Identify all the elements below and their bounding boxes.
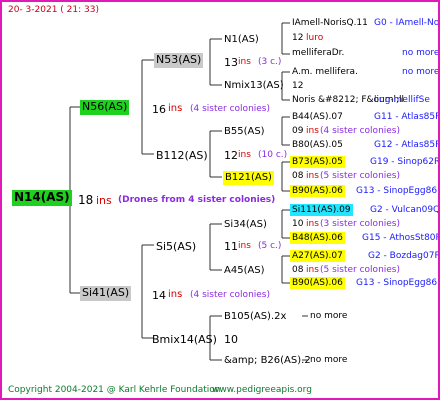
n53-ins: ins	[238, 57, 251, 67]
r6-label[interactable]: B44(AS).07	[292, 113, 343, 122]
r10-ins: ins	[306, 171, 319, 181]
n53-note: (3 c.)	[258, 57, 282, 67]
r16-note: (5 sister colonies)	[320, 265, 401, 275]
r0-label[interactable]: IAmell-NorisQ.11	[292, 19, 368, 28]
r12-label[interactable]: Si111(AS).09	[290, 204, 353, 217]
si5-years: 11	[224, 240, 238, 253]
n53-label[interactable]: N53(AS)	[154, 53, 204, 68]
r1-num: 12	[292, 33, 304, 43]
r8-label[interactable]: B80(AS).05	[292, 141, 343, 150]
nomore-b26: no more	[310, 355, 348, 365]
si5-label[interactable]: Si5(AS)	[156, 241, 196, 252]
r10-note: (5 sister colonies)	[320, 171, 401, 181]
p2-years: 14	[152, 289, 166, 302]
footer-copyright: Copyright 2004-2021 @ Karl Kehrle Founda…	[8, 385, 221, 395]
r16-num: 08	[292, 265, 304, 275]
n53-years: 13	[224, 56, 238, 69]
r17-code: G13 - SinopEgg86R	[356, 278, 440, 288]
footer-site-link[interactable]: www.pedigreeapis.org	[212, 386, 312, 395]
r4-num: 12	[292, 81, 304, 91]
bmix14-years: 10	[224, 333, 238, 346]
r5-code: ling-mellifSe	[374, 95, 430, 105]
g3-b55[interactable]: B55(AS)	[224, 127, 265, 137]
root-years: 18	[78, 193, 94, 207]
g3-a45[interactable]: A45(AS)	[224, 266, 265, 276]
r15-code: G2 - Bozdag07R	[368, 251, 440, 261]
r7-num: 09	[292, 126, 304, 136]
root-queen-label[interactable]: N14(AS)	[12, 190, 72, 206]
r3-code: no more	[402, 67, 440, 77]
r9-code: G19 - Sinop62R	[370, 157, 440, 167]
r1-ins: luro	[306, 33, 324, 43]
root-ins: ins	[96, 194, 112, 207]
r10-num: 08	[292, 171, 304, 181]
r13-num: 10	[292, 219, 304, 229]
p2-note: (4 sister colonies)	[190, 290, 271, 300]
b112-label[interactable]: B112(AS)	[156, 150, 208, 161]
nomore-b105: no more	[310, 311, 348, 321]
g3-si34[interactable]: Si34(AS)	[224, 220, 267, 230]
r2-code: no more	[402, 48, 440, 58]
r7-note: (4 sister colonies)	[320, 126, 401, 136]
b112-note: (10 c.)	[258, 150, 288, 160]
g3-b121[interactable]: B121(AS)	[223, 171, 274, 185]
b112-ins: ins	[238, 150, 251, 160]
p1-note: (4 sister colonies)	[190, 104, 271, 114]
pedigree-frame: 20- 3-2021 ( 21: 33) N14(AS) 18 ins (Dro	[0, 0, 440, 400]
bmix14-label[interactable]: Bmix14(AS)	[152, 334, 217, 345]
r2-label[interactable]: melliferaDr.	[292, 49, 344, 58]
si5-note: (5 c.)	[258, 241, 282, 251]
r0-code: G0 - IAmell-Nori	[374, 18, 440, 28]
g3-n1[interactable]: N1(AS)	[224, 35, 259, 45]
p1-label[interactable]: N56(AS)	[80, 100, 130, 115]
p1-ins: ins	[168, 103, 183, 114]
r9-label[interactable]: B73(AS).05	[290, 156, 345, 169]
r7-ins: ins	[306, 126, 319, 136]
p1-years: 16	[152, 103, 166, 116]
r11-code: G13 - SinopEgg86R	[356, 186, 440, 196]
p2-ins: ins	[168, 289, 183, 300]
r3-label[interactable]: A.m. mellifera.	[292, 68, 358, 77]
r16-ins: ins	[306, 265, 319, 275]
b112-years: 12	[224, 149, 238, 162]
si5-ins: ins	[238, 241, 251, 251]
r14-label[interactable]: B48(AS).06	[290, 232, 345, 245]
r8-code: G12 - Atlas85R	[374, 140, 440, 150]
r15-label[interactable]: A27(AS).07	[290, 250, 345, 263]
g3-b105[interactable]: B105(AS).2x	[224, 312, 286, 322]
g3-nmix13[interactable]: Nmix13(AS)	[224, 81, 284, 91]
root-note: (Drones from 4 sister colonies)	[118, 195, 276, 205]
r11-label[interactable]: B90(AS).06	[290, 185, 345, 198]
g3-amp[interactable]: &amp; B26(AS).2	[224, 356, 311, 366]
p2-label[interactable]: Si41(AS)	[80, 286, 132, 301]
r6-code: G11 - Atlas85R	[374, 112, 440, 122]
r14-code: G15 - AthosSt80R	[362, 233, 440, 243]
r13-note: (3 sister colonies)	[320, 219, 401, 229]
r12-code: G2 - Vulcan09Q	[370, 205, 440, 215]
r13-ins: ins	[306, 219, 319, 229]
r17-label[interactable]: B90(AS).06	[290, 277, 345, 290]
